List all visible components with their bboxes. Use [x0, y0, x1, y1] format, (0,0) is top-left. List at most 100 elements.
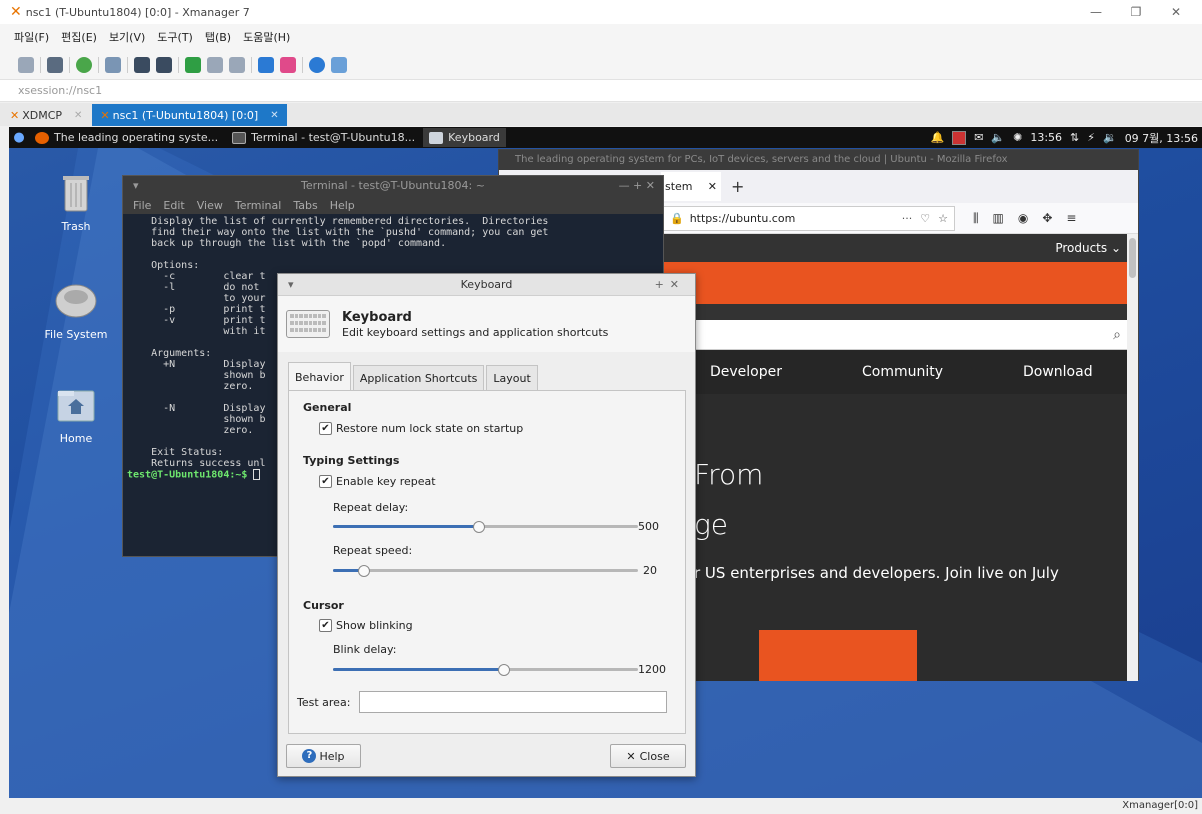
terminal-cursor	[253, 469, 261, 480]
taskbar-firefox[interactable]: The leading operating syste...	[29, 128, 224, 147]
volume-icon[interactable]: 🔈	[991, 131, 1005, 144]
transfer-icon[interactable]	[258, 56, 274, 73]
menu-help[interactable]: 도움말(H)	[243, 29, 290, 45]
desktop-icon-filesystem[interactable]: File System	[36, 281, 116, 341]
checkbox-check-icon: ✔	[319, 619, 332, 632]
keyboard-title-bar[interactable]: ▾ Keyboard +✕	[278, 274, 695, 296]
taskbar-keyboard[interactable]: Keyboard	[423, 128, 506, 147]
lock-icon: 🔒	[670, 211, 684, 225]
show-blinking-checkbox[interactable]: ✔ Show blinking	[319, 619, 413, 632]
toolbar-separator	[127, 56, 128, 73]
firefox-scrollbar[interactable]	[1127, 234, 1138, 681]
session-address-bar[interactable]: xsession://nsc1	[0, 80, 1202, 102]
task-label: The leading operating syste...	[54, 131, 219, 144]
scrollbar-thumb[interactable]	[1129, 238, 1136, 278]
account-icon[interactable]: ◉	[1018, 211, 1028, 226]
open-icon[interactable]	[47, 56, 63, 73]
restore-numlock-checkbox[interactable]: ✔ Restore num lock state on startup	[319, 422, 523, 435]
checkbox-check-icon: ✔	[319, 475, 332, 488]
help-icon[interactable]	[309, 56, 325, 73]
tab-close-icon[interactable]: ✕	[74, 110, 82, 121]
blink-delay-slider[interactable]: 1200	[333, 662, 673, 678]
repeat-delay-slider[interactable]: 500	[333, 519, 659, 535]
power-icon[interactable]: ⚡	[1087, 131, 1095, 144]
whisker-menu-icon[interactable]: ●	[9, 130, 29, 145]
panel-clock[interactable]: 09 7월, 13:56	[1125, 130, 1198, 146]
library-icon[interactable]: ⫼	[973, 211, 979, 226]
network-icon[interactable]: ✺	[1013, 131, 1022, 144]
slider-knob[interactable]	[473, 521, 485, 533]
tab-behavior[interactable]: Behavior	[288, 362, 351, 391]
url-bar[interactable]: 🔒 https://ubuntu.com ··· ♡ ☆	[661, 205, 955, 231]
feedback-icon[interactable]	[331, 56, 347, 73]
task-label: Keyboard	[448, 131, 500, 144]
toolbar-separator	[69, 56, 70, 73]
window-menu-icon[interactable]: ▾	[133, 176, 139, 196]
desktop-icon-home[interactable]: Home	[36, 385, 116, 445]
blink-delay-label: Blink delay:	[333, 643, 397, 656]
tab-close-icon[interactable]: ✕	[708, 180, 717, 193]
products-menu[interactable]: Products ⌄	[1055, 241, 1121, 255]
menu-file[interactable]: 파일(F)	[14, 29, 49, 45]
window-controls-icon[interactable]: +✕	[655, 274, 685, 296]
mail-icon[interactable]: ✉	[974, 131, 983, 144]
properties-icon[interactable]	[105, 56, 121, 73]
desktop-icon-trash[interactable]: Trash	[36, 173, 116, 233]
pocket-icon[interactable]: ♡	[920, 212, 930, 225]
minimize-icon[interactable]: —	[1076, 5, 1116, 19]
fullscreen-icon[interactable]	[185, 56, 201, 73]
firefox-tab-ubuntu[interactable]: stem ✕	[661, 172, 721, 201]
menu-view[interactable]: 보기(V)	[109, 29, 145, 45]
term-menu-tabs[interactable]: Tabs	[293, 199, 317, 212]
tab-xdmcp[interactable]: ✕ XDMCP ✕	[2, 104, 90, 126]
capture-window-icon[interactable]	[156, 56, 172, 73]
term-menu-edit[interactable]: Edit	[163, 199, 184, 212]
repeat-speed-slider[interactable]: 20	[333, 563, 658, 579]
menu-tools[interactable]: 도구(T)	[157, 29, 193, 45]
window-controls-icon[interactable]: — + ✕	[619, 176, 655, 196]
sound-icon[interactable]: 🔉	[1103, 131, 1117, 144]
test-area-input[interactable]	[359, 691, 667, 713]
terminal-title-bar[interactable]: ▾ Terminal - test@T-Ubuntu1804: ~ — + ✕	[123, 176, 663, 196]
notification-bell-icon[interactable]: 🔔	[930, 131, 944, 144]
tab-close-icon[interactable]: ✕	[270, 110, 278, 121]
hamburger-menu-icon[interactable]: ≡	[1066, 211, 1076, 226]
extension-icon[interactable]: ✥	[1042, 211, 1052, 226]
new-session-icon[interactable]	[18, 56, 34, 73]
tab-application-shortcuts[interactable]: Application Shortcuts	[352, 365, 485, 391]
close-icon[interactable]: ✕	[1156, 5, 1196, 19]
tab-nsc1[interactable]: ✕ nsc1 (T-Ubuntu1804) [0:0] ✕	[92, 104, 287, 126]
window-menu-icon[interactable]: ▾	[288, 274, 294, 296]
nav-community[interactable]: Community	[862, 364, 943, 380]
term-menu-view[interactable]: View	[197, 199, 223, 212]
new-tab-icon[interactable]: +	[731, 177, 744, 196]
slider-knob[interactable]	[498, 664, 510, 676]
search-icon[interactable]: ⌕	[1113, 327, 1121, 343]
restore-icon[interactable]: ❐	[1116, 5, 1156, 19]
reconnect-icon[interactable]	[76, 56, 92, 73]
page-actions-icon[interactable]: ···	[902, 212, 913, 225]
layout-icon[interactable]	[207, 56, 223, 73]
term-menu-file[interactable]: File	[133, 199, 151, 212]
sidebar-icon[interactable]: ▥	[993, 211, 1004, 226]
update-icon[interactable]	[952, 130, 967, 145]
slider-knob[interactable]	[358, 565, 370, 577]
key-repeat-checkbox[interactable]: ✔ Enable key repeat	[319, 475, 436, 488]
nav-developer[interactable]: Developer	[710, 364, 782, 380]
close-button[interactable]: ✕ Close	[610, 744, 686, 768]
term-menu-terminal[interactable]: Terminal	[235, 199, 282, 212]
hero-cta-button[interactable]	[759, 630, 917, 681]
term-menu-help[interactable]: Help	[330, 199, 355, 212]
transfer-icon[interactable]: ⇅	[1070, 131, 1079, 144]
bookmark-star-icon[interactable]: ☆	[938, 212, 948, 225]
help-button[interactable]: ? Help	[286, 744, 361, 768]
plugin-icon[interactable]	[280, 56, 296, 73]
tab-layout[interactable]: Layout	[486, 365, 538, 391]
taskbar-terminal[interactable]: Terminal - test@T-Ubuntu18...	[226, 128, 421, 147]
capture-icon[interactable]	[134, 56, 150, 73]
firefox-title-bar[interactable]: The leading operating system for PCs, Io…	[499, 150, 1138, 170]
split-icon[interactable]	[229, 56, 245, 73]
nav-download[interactable]: Download	[1023, 364, 1093, 380]
menu-edit[interactable]: 편집(E)	[61, 29, 97, 45]
menu-tab[interactable]: 탭(B)	[205, 29, 231, 45]
